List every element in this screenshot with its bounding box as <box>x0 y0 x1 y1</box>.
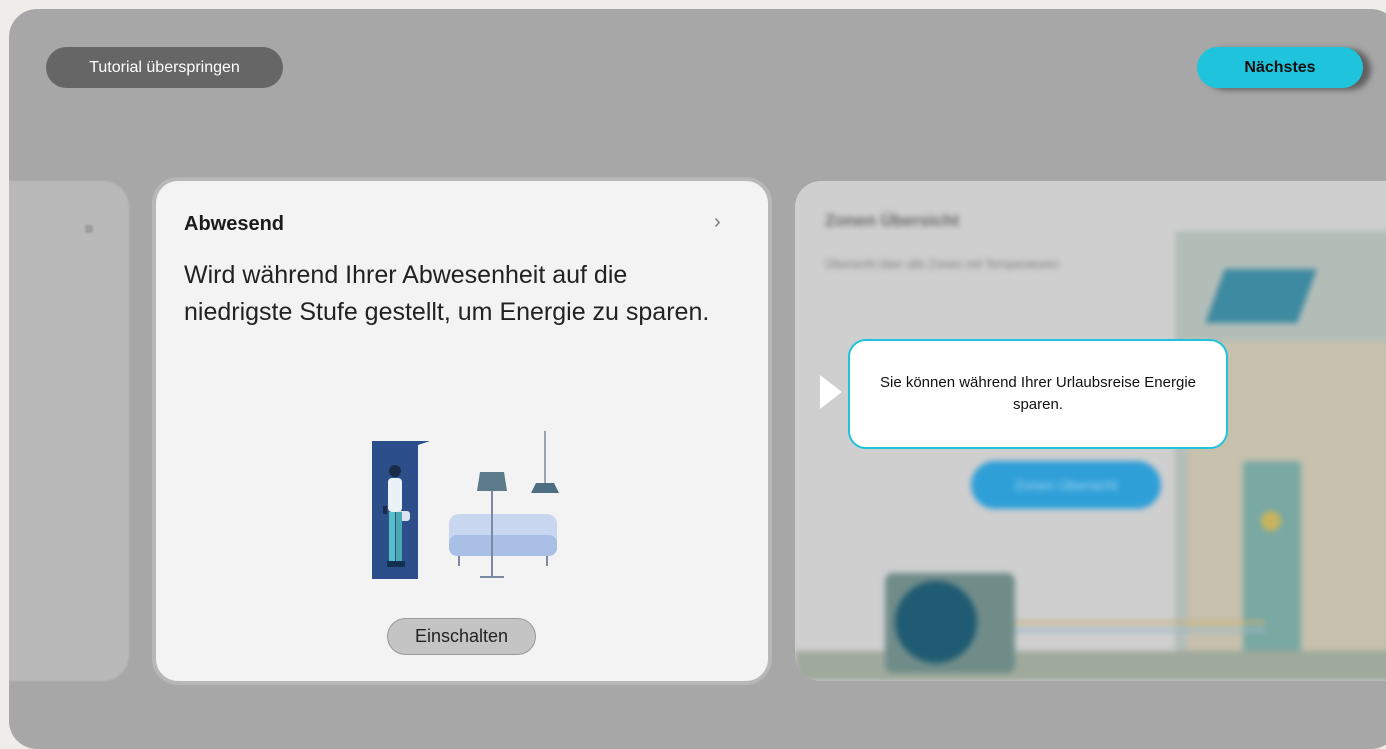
fan-icon <box>895 581 977 663</box>
skip-tutorial-button[interactable]: Tutorial überspringen <box>46 47 283 88</box>
previous-card[interactable] <box>9 181 129 681</box>
card-title: Zonen Übersicht <box>825 211 960 230</box>
solar-panel-icon <box>1205 269 1317 323</box>
tutorial-overlay: Tutorial überspringen Nächstes Abwesend … <box>9 9 1386 749</box>
tutorial-tooltip: Sie können während Ihrer Urlaubsreise En… <box>848 339 1228 449</box>
tooltip-text: Sie können während Ihrer Urlaubsreise En… <box>879 374 1196 413</box>
chevron-right-icon <box>85 225 93 233</box>
tank-indicator <box>1261 511 1281 531</box>
away-illustration <box>372 431 559 579</box>
zones-overview-button[interactable]: Zonen Übersicht <box>971 461 1161 509</box>
next-button[interactable]: Nächstes <box>1197 47 1363 88</box>
enable-button[interactable]: Einschalten <box>387 618 536 655</box>
chevron-right-icon[interactable]: › <box>714 211 721 234</box>
pipe <box>1005 629 1265 632</box>
away-mode-card[interactable]: Abwesend › Wird während Ihrer Abwesenhei… <box>156 181 768 681</box>
tooltip-pointer-icon <box>820 375 842 409</box>
card-subtitle: Übersicht über alle Zonen mit Temperatur… <box>825 257 1059 271</box>
ground <box>795 651 1386 681</box>
card-title: Abwesend <box>184 213 285 235</box>
card-description: Wird während Ihrer Abwesenheit auf die n… <box>184 261 710 326</box>
pipe <box>1005 621 1265 624</box>
